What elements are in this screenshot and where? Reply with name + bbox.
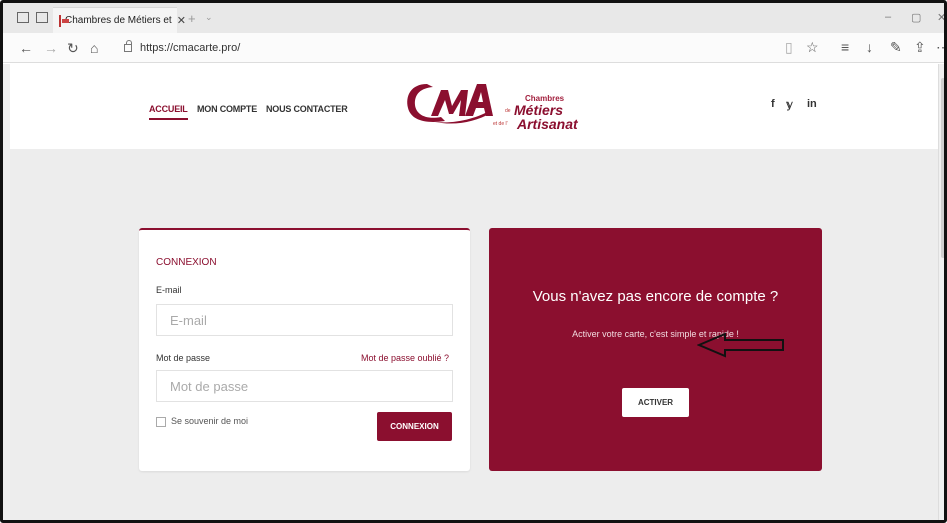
tab-actions-icon[interactable] [17,12,29,23]
email-field[interactable] [156,304,453,336]
favorite-star-icon[interactable]: ☆ [806,39,819,56]
new-tab-icon[interactable]: + [188,11,196,26]
page-scrollbar[interactable] [938,64,944,520]
logo-wordmark: Chambres Métiers Artisanat de et de l' [493,94,578,132]
facebook-icon[interactable]: f [771,98,775,110]
scrollbar-thumb[interactable] [941,78,944,258]
logo-small-de: de [505,108,511,114]
cma-logo[interactable]: Chambres Métiers Artisanat de et de l' [405,78,578,131]
tabs-aside-icon[interactable] [36,12,48,23]
minimize-icon[interactable]: – [885,11,891,23]
browser-tab[interactable]: Chambres de Métiers et ✕ [53,7,186,33]
nav-accueil[interactable]: ACCUEIL [149,104,188,120]
more-icon[interactable]: ⋯ [936,39,944,56]
reading-view-icon[interactable]: ▯ [785,39,793,56]
tab-list-chevron-icon[interactable]: ⌄ [205,12,213,23]
login-card: CONNEXION E-mail Mot de passe Mot de pas… [139,228,470,471]
home-icon[interactable]: ⌂ [90,40,98,56]
annotation-arrow-icon [697,332,784,358]
lock-icon [124,40,132,52]
close-tab-icon[interactable]: ✕ [177,14,186,27]
password-label: Mot de passe [156,353,211,363]
forgot-password-link[interactable]: Mot de passe oublié ? [361,353,449,363]
close-window-icon[interactable]: ✕ [937,11,944,24]
logo-line-metiers: Métiers [514,102,564,118]
linkedin-icon[interactable]: in [807,98,817,110]
connexion-button[interactable]: CONNEXION [377,412,452,441]
site-header: ACCUEIL MON COMPTE NOUS CONTACTER Chambr… [10,64,938,149]
remember-me-checkbox[interactable] [156,417,166,427]
activer-button[interactable]: ACTIVER [622,388,689,417]
password-field[interactable] [156,370,453,402]
forward-icon[interactable]: → [44,40,58,56]
remember-me-label[interactable]: Se souvenir de moi [171,416,248,426]
web-notes-icon[interactable]: ✎ [890,39,902,56]
downloads-icon[interactable]: ↓ [866,39,873,55]
browser-titlebar: Chambres de Métiers et ✕ + ⌄ – ▢ ✕ [3,3,944,33]
favorites-list-icon[interactable]: ≡ [841,39,849,55]
nav-nous-contacter[interactable]: NOUS CONTACTER [266,104,348,114]
logo-small-et: et de l' [493,121,508,127]
login-title: CONNEXION [156,257,217,268]
email-label: E-mail [156,285,182,295]
twitter-icon[interactable]: 𝕪 [786,98,793,111]
cma-logo-mark-icon [407,84,493,124]
share-icon[interactable]: ⇪ [914,39,926,56]
nav-mon-compte[interactable]: MON COMPTE [197,104,257,114]
refresh-icon[interactable]: ↻ [67,40,79,57]
screenshot-frame: Chambres de Métiers et ✕ + ⌄ – ▢ ✕ ← → ↻… [0,0,947,523]
address-bar: ← → ↻ ⌂ https://cmacarte.pro/ ▯ ☆ ≡ ↓ ✎ … [3,33,944,63]
url-field[interactable]: https://cmacarte.pro/ [140,42,240,54]
tab-title: Chambres de Métiers et [65,15,172,26]
logo-line-artisanat: Artisanat [517,116,578,132]
maximize-icon[interactable]: ▢ [911,11,921,24]
page-body: ACCUEIL MON COMPTE NOUS CONTACTER Chambr… [3,64,938,520]
back-icon[interactable]: ← [19,40,33,56]
cma-favicon-icon [59,14,69,27]
activate-title: Vous n'avez pas encore de compte ? [532,288,779,305]
